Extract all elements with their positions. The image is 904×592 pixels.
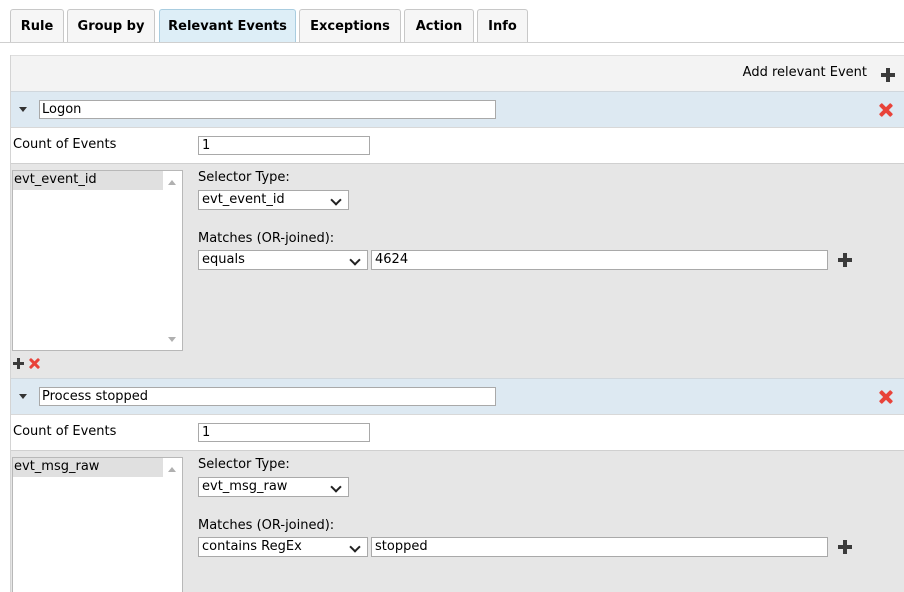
add-event-label[interactable]: Add relevant Event — [743, 65, 867, 80]
count-label: Count of Events — [13, 424, 117, 439]
collapse-triangle-icon[interactable] — [19, 394, 27, 399]
add-event-bar: Add relevant Event — [11, 55, 904, 92]
add-event-plus-icon[interactable] — [881, 68, 895, 82]
chevron-down-icon — [330, 194, 342, 206]
match-operator-select[interactable]: equals — [198, 250, 368, 270]
tab-action-label: Action — [415, 19, 463, 34]
scroll-up-arrow-icon[interactable] — [168, 180, 176, 185]
event-name-input[interactable]: Logon — [39, 100, 496, 119]
add-match-plus-icon[interactable] — [838, 540, 852, 554]
count-input[interactable]: 1 — [198, 423, 370, 442]
scroll-up-arrow-icon[interactable] — [168, 467, 176, 472]
selector-list-item[interactable]: evt_event_id — [13, 171, 163, 190]
add-match-plus-icon[interactable] — [838, 253, 852, 267]
tab-rule-label: Rule — [20, 19, 54, 34]
selector-type-label: Selector Type: — [198, 170, 290, 185]
match-operator-value: equals — [202, 252, 245, 267]
relevant-events-panel: Add relevant Event Logon Count of Events… — [10, 55, 904, 592]
match-operator-value: contains RegEx — [202, 539, 302, 554]
chevron-down-icon — [349, 254, 361, 266]
tab-divider — [0, 42, 904, 43]
selector-actions-bar — [11, 351, 904, 378]
selector-type-label: Selector Type: — [198, 457, 290, 472]
match-value-input[interactable]: 4624 — [371, 250, 828, 270]
selector-type-select[interactable]: evt_msg_raw — [198, 477, 349, 497]
selector-type-select[interactable]: evt_event_id — [198, 190, 349, 210]
matches-label: Matches (OR-joined): — [198, 231, 335, 246]
tab-exceptions[interactable]: Exceptions — [299, 9, 401, 42]
count-input[interactable]: 1 — [198, 136, 370, 155]
selector-type-value: evt_msg_raw — [202, 479, 288, 494]
delete-event-icon[interactable] — [879, 390, 893, 404]
count-label: Count of Events — [13, 137, 117, 152]
tab-info[interactable]: Info — [477, 9, 528, 42]
add-selector-plus-icon[interactable] — [13, 358, 24, 369]
selector-listbox[interactable]: evt_event_id — [12, 170, 183, 351]
tab-info-label: Info — [488, 19, 517, 34]
tab-group-by-label: Group by — [77, 19, 145, 34]
chevron-down-icon — [330, 481, 342, 493]
tab-group-by[interactable]: Group by — [67, 9, 155, 42]
tab-relevant-events[interactable]: Relevant Events — [159, 9, 296, 43]
match-value-input[interactable]: stopped — [371, 537, 828, 557]
tab-relevant-events-label: Relevant Events — [168, 19, 287, 34]
selector-area: evt_event_id Selector Type: evt_event_id… — [11, 163, 904, 352]
selector-area: evt_msg_raw Selector Type: evt_msg_raw M… — [11, 450, 904, 592]
tab-bar: Rule Group by Relevant Events Exceptions… — [0, 0, 904, 43]
selector-type-value: evt_event_id — [202, 192, 285, 207]
tab-exceptions-label: Exceptions — [310, 19, 390, 34]
chevron-down-icon — [349, 541, 361, 553]
tab-rule[interactable]: Rule — [10, 9, 64, 42]
event-header-process-stopped: Process stopped — [11, 378, 904, 415]
tab-action[interactable]: Action — [404, 9, 474, 42]
event-name-input[interactable]: Process stopped — [39, 387, 496, 406]
scroll-down-arrow-icon[interactable] — [168, 337, 176, 342]
matches-label: Matches (OR-joined): — [198, 518, 335, 533]
selector-list-item[interactable]: evt_msg_raw — [13, 458, 163, 477]
selector-listbox[interactable]: evt_msg_raw — [12, 457, 183, 592]
count-row: Count of Events 1 — [11, 127, 904, 164]
collapse-triangle-icon[interactable] — [19, 107, 27, 112]
match-operator-select[interactable]: contains RegEx — [198, 537, 368, 557]
event-header-logon: Logon — [11, 91, 904, 128]
count-row: Count of Events 1 — [11, 414, 904, 451]
delete-selector-icon[interactable] — [29, 358, 40, 369]
delete-event-icon[interactable] — [879, 103, 893, 117]
